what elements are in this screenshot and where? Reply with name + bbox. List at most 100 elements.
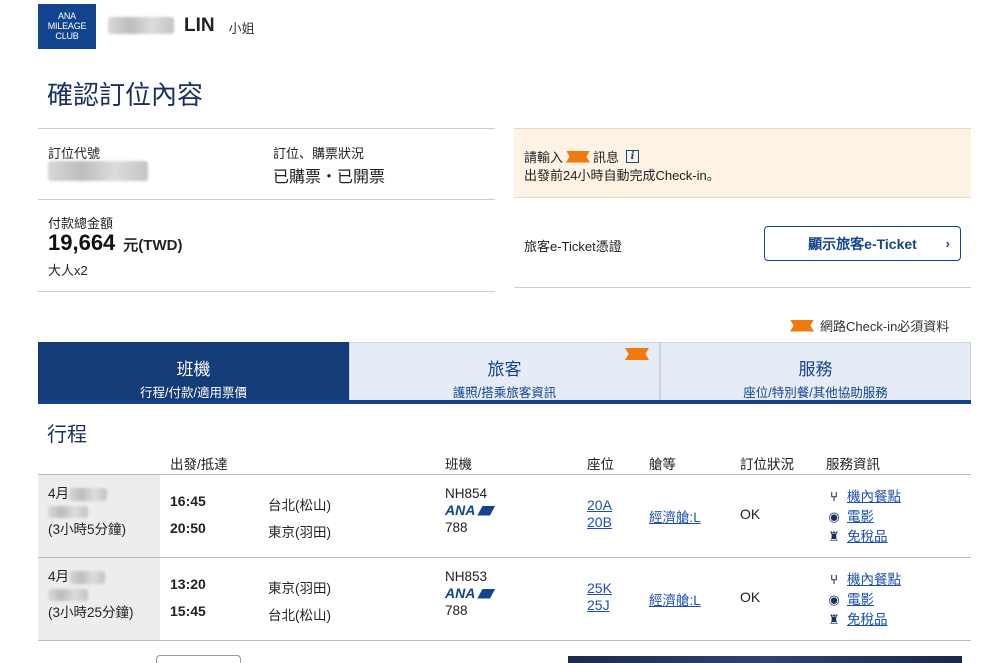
partial-button[interactable]: [156, 655, 241, 663]
payment-amount: 19,664 元(TWD): [48, 230, 182, 256]
redacted-given-name: [108, 17, 174, 34]
show-eticket-label: 顯示旅客e-Ticket: [808, 235, 917, 252]
aircraft-type: 788: [445, 603, 468, 618]
flag-icon: [625, 348, 649, 360]
service-movie-link[interactable]: 電影: [847, 507, 874, 527]
tab-flight-subtitle: 行程/付款/適用票價: [140, 386, 247, 400]
checkin-required-note: 網路Check-in必須資料: [790, 316, 949, 335]
ana-logo: ANA: [445, 502, 496, 519]
notice-prefix: 請輸入: [524, 150, 564, 165]
ana-wing-icon: [477, 588, 496, 599]
flight-number: NH854: [445, 486, 488, 501]
duty-free-icon: ♜: [828, 529, 840, 544]
itinerary-table-header: 出發/抵達 班機 座位 艙等 訂位狀況 服務資訊: [38, 445, 971, 475]
seat-link[interactable]: 25K: [587, 580, 612, 596]
col-status: 訂位狀況: [740, 457, 794, 472]
cabin-class: 經濟艙:L: [649, 589, 701, 609]
seat-link[interactable]: 20B: [587, 514, 612, 530]
col-dep-arr: 出發/抵達: [170, 457, 228, 472]
booking-status: OK: [740, 589, 761, 605]
member-name: LIN 小姐: [108, 14, 255, 37]
payment-currency: 元(TWD): [123, 237, 183, 254]
tab-flight[interactable]: 班機 行程/付款/適用票價: [38, 342, 349, 400]
tab-passenger-title: 旅客: [487, 360, 522, 379]
arrival-city: 台北(松山): [268, 608, 331, 623]
passenger-count: 大人x2: [48, 263, 88, 278]
col-flight: 班機: [445, 457, 472, 472]
service-movie-link[interactable]: 電影: [847, 590, 874, 610]
chevron-right-icon: ›: [945, 236, 950, 251]
booking-status: OK: [740, 506, 761, 522]
show-eticket-button[interactable]: 顯示旅客e-Ticket ›: [764, 226, 961, 261]
eticket-label: 旅客e-Ticket憑證: [524, 239, 622, 254]
flight-date: 4月 (3小時25分鐘): [38, 558, 160, 640]
table-row: 4月 (3小時5分鐘) 16:45 台北(松山) 20:50 東京(羽田) NH…: [38, 475, 971, 558]
ana-mileage-club-logo: ANA MILEAGE CLUB: [38, 4, 96, 49]
carrier-name: ANA: [445, 585, 476, 601]
member-surname: LIN: [184, 14, 215, 36]
departure-time: 16:45: [170, 493, 206, 509]
col-cabin: 艙等: [649, 457, 676, 472]
flight-duration: (3小時25分鐘): [48, 605, 134, 620]
utensils-icon: ⑂: [830, 489, 838, 504]
booking-summary: 訂位代號 訂位、購票狀況 已購票・已開票: [38, 128, 495, 200]
flight-info: NH854 ANA 788: [445, 485, 496, 536]
service-dutyfree-link[interactable]: 免稅品: [847, 610, 888, 630]
tab-service-subtitle: 座位/特別餐/其他協助服務: [743, 386, 888, 400]
date-prefix: 4月: [48, 486, 70, 501]
redacted-weekday: [48, 589, 88, 602]
redacted-booking-code: [48, 161, 148, 181]
info-icon[interactable]: i: [626, 150, 640, 163]
col-seat: 座位: [587, 457, 614, 472]
tab-passenger[interactable]: 旅客 護照/搭乘旅客資訊: [349, 342, 660, 400]
checkin-notice: 請輸入 訊息 i 出發前24小時自動完成Check-in。: [514, 128, 971, 198]
redacted-date: [69, 570, 106, 584]
service-meal-link[interactable]: 機內餐點: [847, 570, 901, 590]
redacted-date: [69, 487, 108, 501]
service-dutyfree-link[interactable]: 免稅品: [847, 527, 888, 547]
seat-link[interactable]: 20A: [587, 497, 612, 513]
payment-total: 19,664: [48, 230, 116, 255]
member-honorific: 小姐: [228, 21, 255, 36]
booking-status-value: 已購票・已開票: [273, 169, 386, 186]
flag-icon: [566, 150, 591, 163]
carrier-name: ANA: [445, 502, 476, 518]
arrival-time: 20:50: [170, 520, 206, 536]
seat-list: 25K 25J: [587, 580, 612, 614]
film-icon: ◉: [828, 592, 840, 607]
seat-list: 20A 20B: [587, 497, 612, 531]
departure-city: 台北(松山): [268, 498, 331, 513]
arrival-city: 東京(羽田): [268, 525, 331, 540]
notice-line2: 出發前24小時自動完成Check-in。: [524, 168, 720, 183]
tab-flight-title: 班機: [176, 360, 211, 379]
redacted-weekday: [48, 506, 88, 519]
booking-status-label: 訂位、購票狀況: [273, 146, 365, 161]
eticket-row: 旅客e-Ticket憑證 顯示旅客e-Ticket ›: [514, 200, 971, 288]
cabin-link[interactable]: 經濟艙:L: [649, 593, 701, 608]
booking-tabs: 班機 行程/付款/適用票價 旅客 護照/搭乘旅客資訊 服務 座位/特別餐/其他協…: [38, 342, 971, 404]
flight-number: NH853: [445, 569, 488, 584]
flight-date: 4月 (3小時5分鐘): [38, 475, 160, 557]
departure-city: 東京(羽田): [268, 581, 331, 596]
seat-link[interactable]: 25J: [587, 597, 610, 613]
service-list: ⑂ 機內餐點 ◉ 電影 ♜ 免稅品: [826, 487, 901, 547]
table-row: 4月 (3小時25分鐘) 13:20 東京(羽田) 15:45 台北(松山) N…: [38, 558, 971, 641]
flag-icon: [790, 319, 814, 332]
service-meal-link[interactable]: 機內餐點: [847, 487, 901, 507]
flight-info: NH853 ANA 788: [445, 568, 496, 619]
duty-free-icon: ♜: [828, 612, 840, 627]
service-list: ⑂ 機內餐點 ◉ 電影 ♜ 免稅品: [826, 570, 901, 630]
date-prefix: 4月: [48, 569, 70, 584]
col-services: 服務資訊: [826, 457, 880, 472]
cabin-class: 經濟艙:L: [649, 506, 701, 526]
notice-suffix: 訊息: [593, 150, 620, 165]
arrival-time: 15:45: [170, 603, 206, 619]
film-icon: ◉: [828, 509, 840, 524]
promo-banner: [568, 656, 962, 663]
page-title: 確認訂位內容: [47, 80, 204, 110]
departure-time: 13:20: [170, 576, 206, 592]
utensils-icon: ⑂: [830, 572, 838, 587]
cabin-link[interactable]: 經濟艙:L: [649, 510, 701, 525]
tab-service[interactable]: 服務 座位/特別餐/其他協助服務: [660, 342, 971, 400]
itinerary-title: 行程: [47, 424, 87, 446]
